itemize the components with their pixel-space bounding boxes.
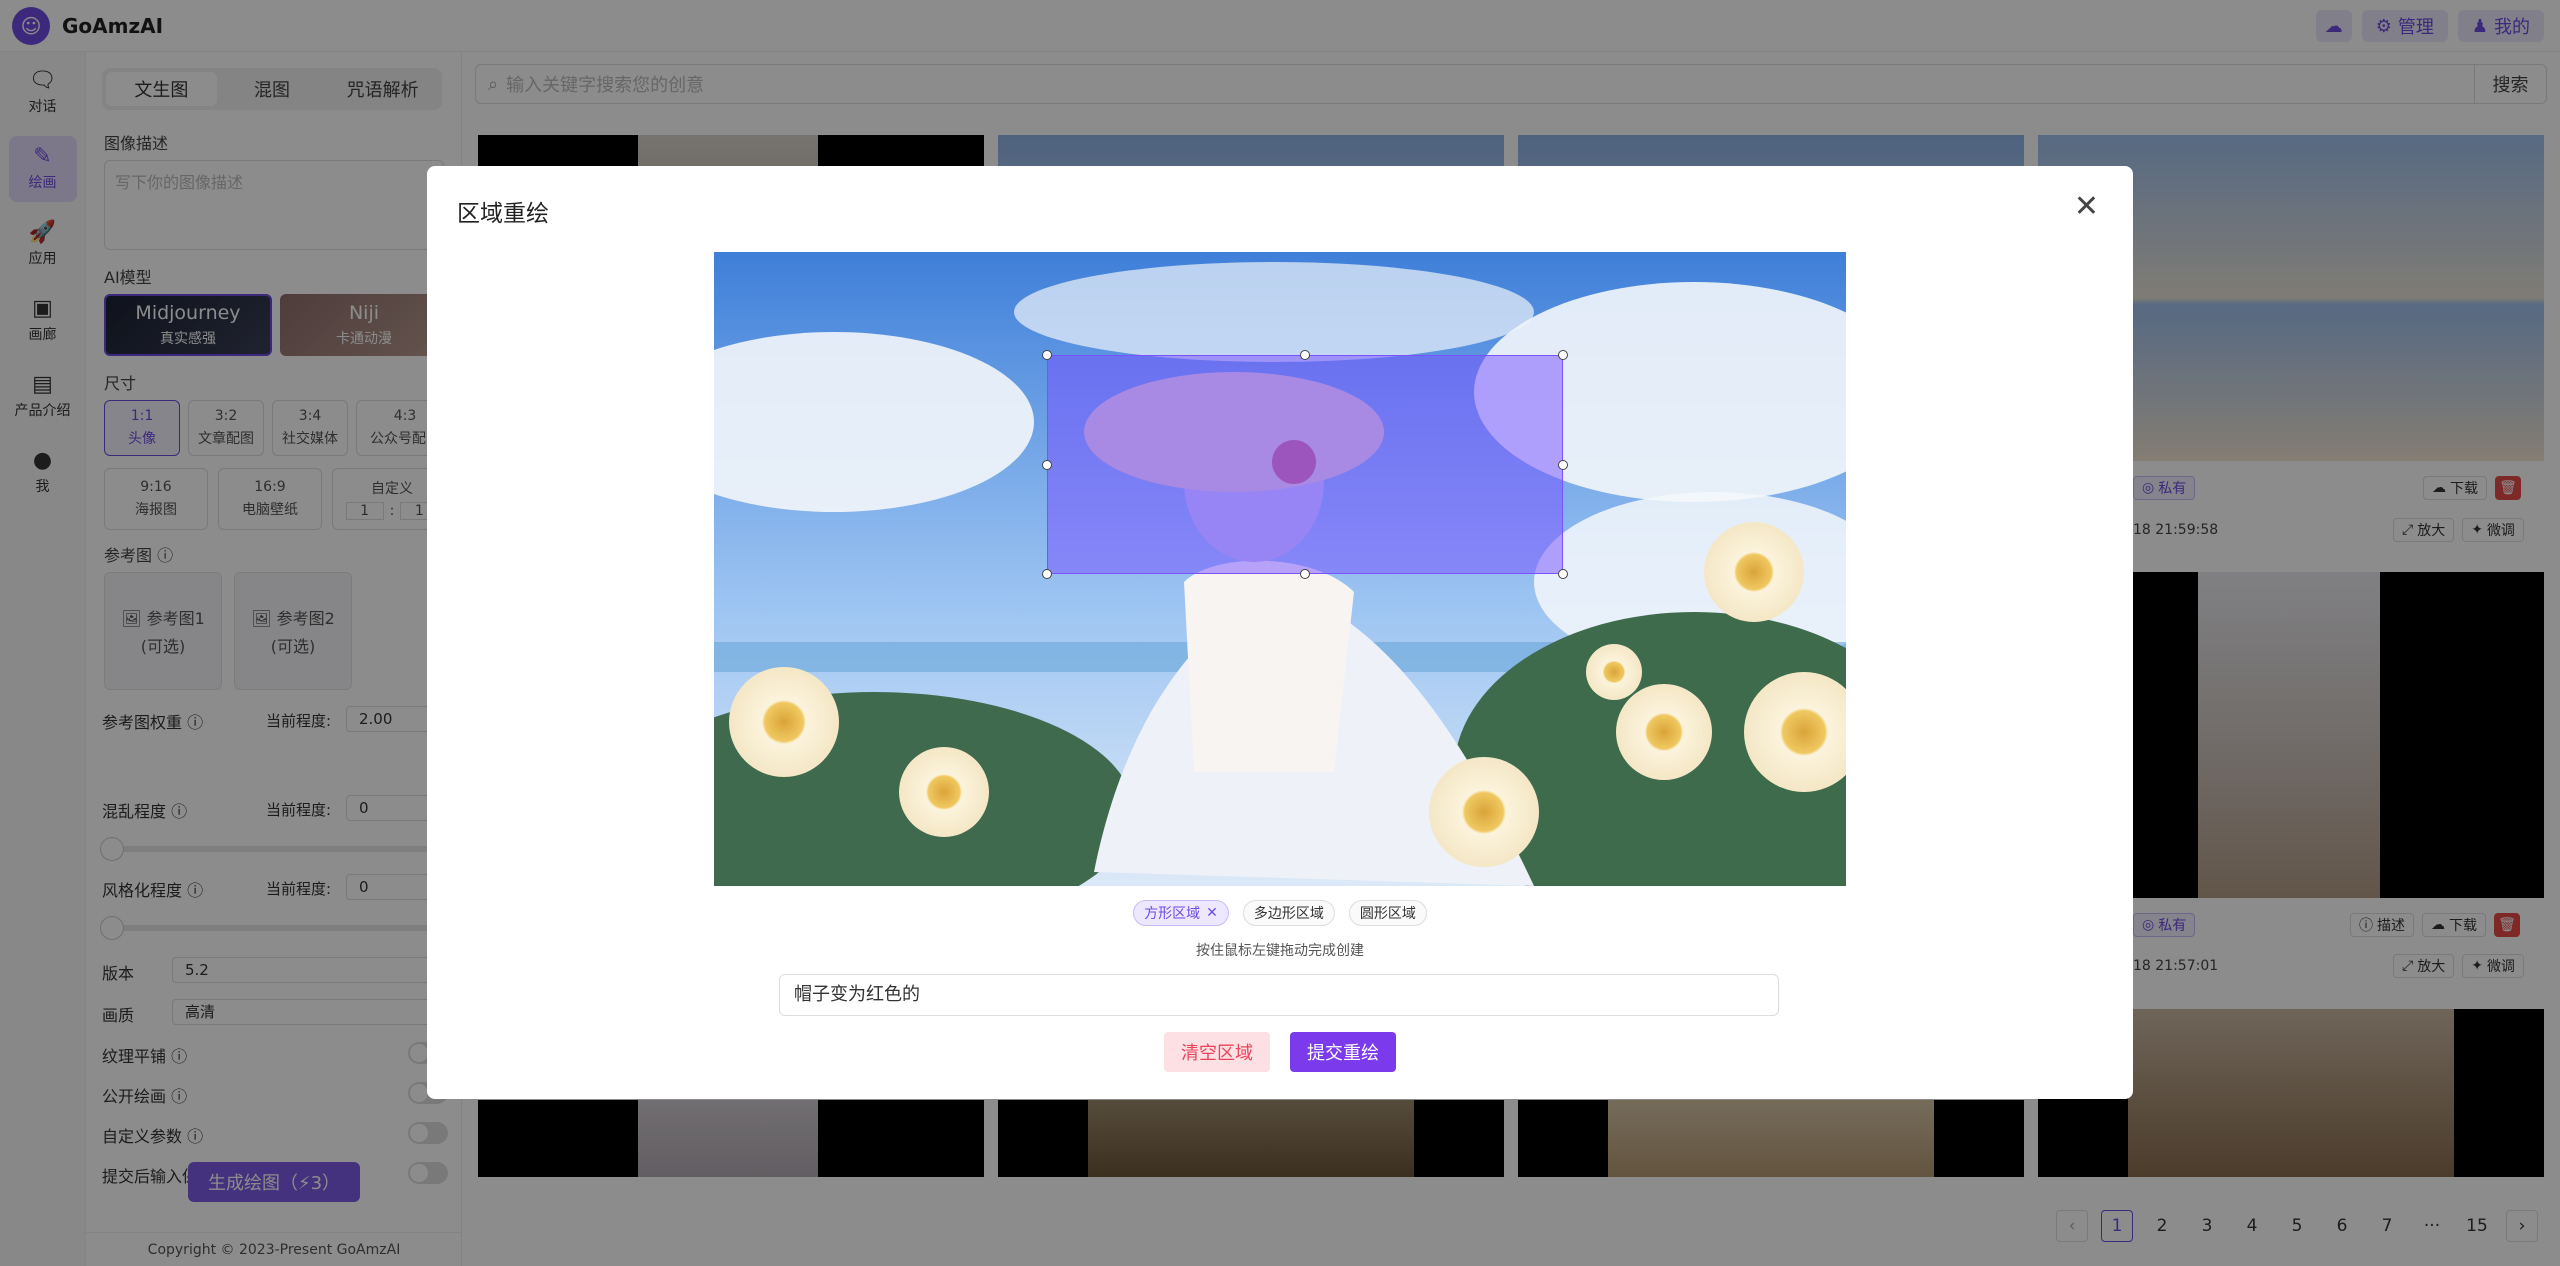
close-icon[interactable]: ✕ [1206, 905, 1218, 921]
region-mode-selector: 方形区域 ✕ 多边形区域 圆形区域 [427, 900, 2133, 926]
resize-handle[interactable] [1300, 569, 1310, 579]
resize-handle[interactable] [1558, 569, 1568, 579]
inpaint-canvas[interactable] [714, 252, 1846, 886]
clear-region-button[interactable]: 清空区域 [1164, 1032, 1270, 1072]
submit-inpaint-button[interactable]: 提交重绘 [1290, 1032, 1396, 1072]
resize-handle[interactable] [1558, 350, 1568, 360]
resize-handle[interactable] [1042, 569, 1052, 579]
resize-handle[interactable] [1042, 460, 1052, 470]
inpaint-prompt-input[interactable]: 帽子变为红色的 [779, 974, 1779, 1016]
modal-title: 区域重绘 [457, 201, 549, 227]
inpaint-modal: 区域重绘 ✕ 方形区域 ✕ 多边形区域 圆形区域 按住鼠标左键拖动完成创建 帽子… [427, 166, 2133, 1099]
selection-rect[interactable] [1042, 350, 1568, 579]
resize-handle[interactable] [1300, 350, 1310, 360]
mode-polygon[interactable]: 多边形区域 [1242, 900, 1335, 926]
drag-hint: 按住鼠标左键拖动完成创建 [1196, 943, 1364, 959]
mode-circle[interactable]: 圆形区域 [1348, 900, 1427, 926]
mode-rect[interactable]: 方形区域 ✕ [1133, 900, 1229, 926]
close-icon[interactable]: ✕ [2074, 192, 2099, 222]
resize-handle[interactable] [1042, 350, 1052, 360]
resize-handle[interactable] [1558, 460, 1568, 470]
modal-actions: 清空区域 提交重绘 [427, 1032, 2133, 1072]
mode-label: 方形区域 [1144, 906, 1201, 922]
